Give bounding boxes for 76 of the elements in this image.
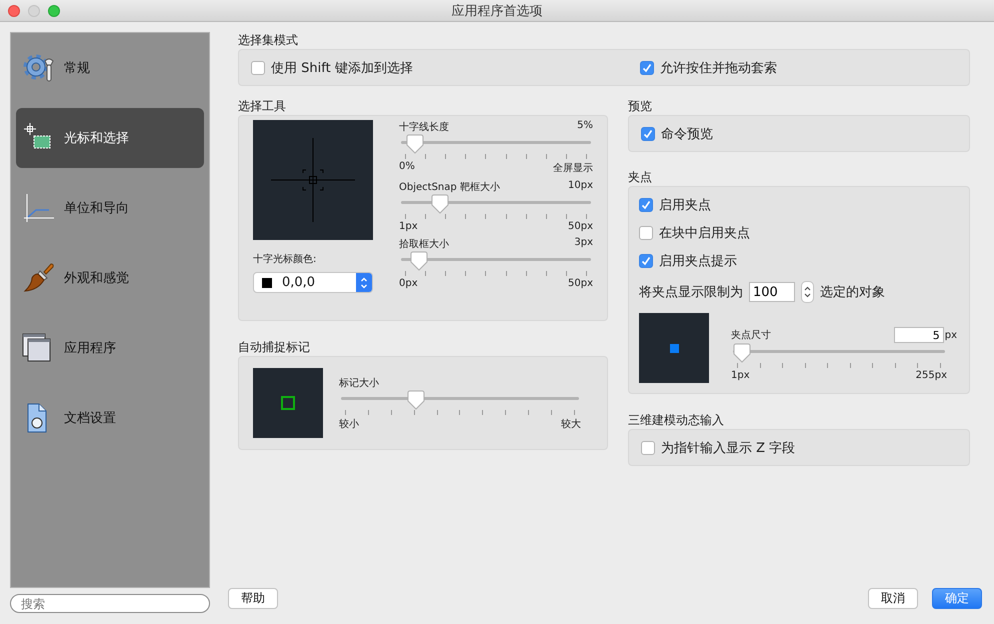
grip-preview-drawing <box>639 313 709 383</box>
color-popup[interactable]: 0,0,0 <box>253 272 373 293</box>
checkbox-label: 使用 Shift 键添加到选择 <box>271 60 413 76</box>
zoom-button[interactable] <box>48 4 60 16</box>
slider-max-label: 全屏显示 <box>553 162 593 175</box>
paintbrush-icon <box>22 262 56 294</box>
slider-min-label: 0px <box>399 278 418 289</box>
slider-max-label: 较大 <box>561 418 581 430</box>
limit-suffix: 选定的对象 <box>820 284 885 301</box>
help-button[interactable]: 帮助 <box>228 588 278 609</box>
window-title: 应用程序首选项 <box>450 2 544 20</box>
checkbox-label: 命令预览 <box>661 126 713 142</box>
slider-max-label: 50px <box>568 278 593 289</box>
checkbox-label: 在块中启用夹点 <box>659 225 750 242</box>
checkbox[interactable] <box>639 226 653 240</box>
slider-track[interactable] <box>401 141 591 144</box>
checkbox[interactable] <box>641 440 655 454</box>
limit-label: 将夹点显示限制为 <box>639 284 743 301</box>
sidebar-item[interactable]: 常规 <box>16 38 204 98</box>
checkbox-label: 启用夹点 <box>659 197 711 214</box>
slider-min-label: 较小 <box>339 418 359 430</box>
gear-icon <box>22 52 56 84</box>
sidebar-item[interactable]: 光标和选择 <box>16 108 204 168</box>
color-label: 十字光标颜色: <box>253 252 318 266</box>
cancel-button[interactable]: 取消 <box>868 588 918 609</box>
section-title: 选择工具 <box>238 98 287 114</box>
sidebar-item[interactable]: 文档设置 <box>16 388 204 448</box>
slider-label: ObjectSnap 靶框大小 <box>399 180 500 194</box>
slider-value: 3px <box>574 237 593 250</box>
slider-max-label: 255px <box>916 370 947 381</box>
sidebar-item[interactable]: 应用程序 <box>16 318 204 378</box>
slider-thumb[interactable] <box>406 134 424 154</box>
slider-thumb[interactable] <box>431 194 449 214</box>
axes-icon <box>22 192 56 224</box>
minimize-button[interactable] <box>28 4 40 16</box>
sidebar-item[interactable]: 单位和导向 <box>16 178 204 238</box>
color-swatch-icon <box>262 278 272 288</box>
slider-value: 10px <box>568 180 593 193</box>
slider-min-label: 0% <box>399 161 415 174</box>
section-title: 自动捕捉标记 <box>238 339 311 355</box>
limit-field[interactable]: 100 <box>749 282 795 302</box>
marker-preview-drawing <box>253 368 323 438</box>
slider-min-label: 1px <box>731 370 750 381</box>
slider-label: 标记大小 <box>339 376 379 390</box>
section-title: 夹点 <box>628 169 653 185</box>
grip-size-field[interactable]: 5 <box>894 327 944 343</box>
close-button[interactable] <box>8 4 20 16</box>
slider-thumb[interactable] <box>410 251 428 271</box>
slider-track[interactable] <box>401 258 591 261</box>
slider-min-label: 1px <box>399 221 418 232</box>
section-title: 选择集模式 <box>238 32 299 48</box>
checkbox[interactable] <box>640 60 654 74</box>
slider-track[interactable] <box>341 396 579 400</box>
checkbox-label: 允许按住并拖动套索 <box>660 60 777 76</box>
slider-label: 夹点尺寸 <box>731 328 771 342</box>
unit-label: px <box>944 330 957 340</box>
slider-label: 十字线长度 <box>399 120 449 134</box>
checkbox[interactable] <box>639 254 653 268</box>
slider-thumb[interactable] <box>406 390 425 410</box>
up-down-arrows-icon <box>804 285 811 299</box>
checkbox-label: 为指针输入显示 Z 字段 <box>661 440 796 456</box>
slider-track[interactable] <box>401 201 591 204</box>
checkbox-label: 启用夹点提示 <box>659 253 737 270</box>
slider-value: 5% <box>577 120 593 133</box>
slider-max-label: 50px <box>568 221 593 232</box>
search-field[interactable]: 搜索 <box>10 594 210 613</box>
section-title: 三维建模动态输入 <box>628 412 725 428</box>
checkbox[interactable] <box>639 198 653 212</box>
stepper-button[interactable] <box>801 281 814 303</box>
up-down-arrows-icon <box>360 276 368 290</box>
slider-thumb[interactable] <box>733 343 752 363</box>
checkbox[interactable] <box>641 126 655 140</box>
checkbox[interactable] <box>251 60 265 74</box>
sidebar-item[interactable]: 外观和感觉 <box>16 248 204 308</box>
section-title: 预览 <box>628 98 653 114</box>
slider-label: 拾取框大小 <box>399 238 449 251</box>
